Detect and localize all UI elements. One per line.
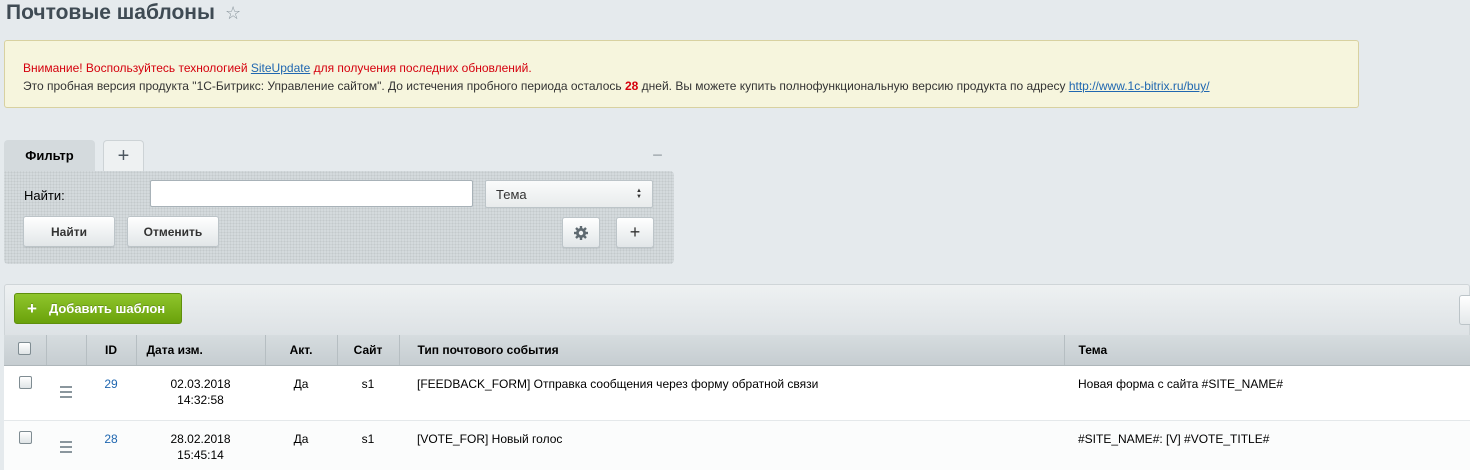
- notice-warning-suffix: для получения последних обновлений.: [310, 61, 532, 75]
- row-date: 02.03.2018 14:32:58: [136, 365, 265, 421]
- column-header-event-type[interactable]: Тип почтового события: [399, 335, 1065, 366]
- row-checkbox-cell: [4, 420, 46, 470]
- collapse-filter-button[interactable]: −: [651, 145, 664, 165]
- row-menu-cell: [46, 365, 86, 421]
- row-menu-icon[interactable]: [60, 385, 72, 398]
- row-event-type: [FEEDBACK_FORM] Отправка сообщения через…: [399, 365, 1064, 421]
- buy-link[interactable]: http://www.1c-bitrix.ru/buy/: [1069, 79, 1210, 93]
- column-header-date[interactable]: Дата изм.: [136, 335, 266, 366]
- row-menu-icon[interactable]: [60, 440, 72, 453]
- select-arrows-icon: ▲ ▼: [636, 188, 642, 200]
- templates-table: ID Дата изм. Акт. Сайт Тип почтового соб…: [4, 335, 1470, 470]
- column-header-site[interactable]: Сайт: [337, 335, 400, 366]
- notice-info-prefix: Это пробная версия продукта "1С-Битрикс:…: [23, 79, 625, 93]
- plus-icon: +: [629, 222, 641, 242]
- notice-info-middle: дней. Вы можете купить полнофункциональн…: [638, 79, 1069, 93]
- row-date: 28.02.2018 15:45:14: [136, 420, 265, 470]
- row-id: 28: [86, 420, 136, 470]
- table-row[interactable]: 29 02.03.2018 14:32:58 Да s1 [FEEDBACK_FO…: [4, 365, 1470, 421]
- gear-icon: [574, 225, 588, 240]
- template-list: + Добавить шаблон ID Дата изм. Акт. Сайт…: [4, 284, 1470, 470]
- row-active: Да: [265, 365, 337, 421]
- star-icon[interactable]: ☆: [225, 4, 241, 22]
- row-checkbox-cell: [4, 365, 46, 421]
- find-label: Найти:: [24, 188, 65, 203]
- row-site: s1: [337, 365, 399, 421]
- find-input[interactable]: [150, 180, 473, 207]
- row-checkbox[interactable]: [18, 375, 32, 389]
- notice-warning-line: Внимание! Воспользуйтесь технологией Sit…: [23, 59, 1340, 77]
- siteupdate-link[interactable]: SiteUpdate: [251, 61, 310, 75]
- select-all-header: [4, 335, 47, 366]
- row-id-link[interactable]: 29: [104, 377, 117, 391]
- find-field-select[interactable]: Тема ▲ ▼: [485, 180, 653, 208]
- plus-icon: +: [117, 144, 130, 167]
- row-site: s1: [337, 420, 399, 470]
- find-button[interactable]: Найти: [23, 216, 115, 247]
- row-id-link[interactable]: 28: [104, 432, 117, 446]
- row-checkbox[interactable]: [18, 430, 32, 444]
- notice-trial-line: Это пробная версия продукта "1С-Битрикс:…: [23, 77, 1340, 95]
- add-template-button[interactable]: + Добавить шаблон: [14, 293, 182, 324]
- add-filter-tab-button[interactable]: +: [103, 140, 144, 171]
- cancel-button[interactable]: Отменить: [127, 216, 219, 247]
- notice-warning-prefix: Внимание! Воспользуйтесь технологией: [23, 61, 251, 75]
- filter-tabs: Фильтр +: [4, 140, 144, 171]
- row-id: 29: [86, 365, 136, 421]
- column-header-theme[interactable]: Тема: [1064, 335, 1470, 366]
- select-all-checkbox[interactable]: [18, 341, 32, 355]
- add-template-label: Добавить шаблон: [48, 301, 166, 316]
- list-settings-button[interactable]: [1459, 295, 1470, 325]
- find-field-select-value: Тема: [496, 186, 527, 202]
- plus-icon: +: [27, 298, 37, 318]
- row-theme: #SITE_NAME#: [V] #VOTE_TITLE#: [1064, 420, 1470, 470]
- minus-icon: −: [652, 144, 663, 165]
- filter-panel: Найти: Тема ▲ ▼ Найти Отменить +: [4, 171, 674, 264]
- table-row[interactable]: 28 28.02.2018 15:45:14 Да s1 [VOTE_FOR] Н…: [4, 420, 1470, 470]
- row-date-value: 02.03.2018: [170, 376, 231, 391]
- row-event-type: [VOTE_FOR] Новый голос: [399, 420, 1064, 470]
- page-title: Почтовые шаблоны: [6, 1, 215, 24]
- tab-filter[interactable]: Фильтр: [4, 140, 95, 171]
- list-toolbar: + Добавить шаблон: [4, 284, 1470, 335]
- trial-days-count: 28: [624, 79, 639, 93]
- page-header: Почтовые шаблоны ☆: [6, 0, 241, 26]
- add-filter-field-button[interactable]: +: [616, 217, 654, 248]
- row-time-value: 14:32:58: [177, 392, 224, 407]
- table-header: ID Дата изм. Акт. Сайт Тип почтового соб…: [4, 335, 1470, 366]
- row-time-value: 15:45:14: [177, 447, 224, 462]
- update-notice: Внимание! Воспользуйтесь технологией Sit…: [4, 40, 1359, 108]
- column-header-id[interactable]: ID: [86, 335, 137, 366]
- filter-settings-button[interactable]: [562, 217, 600, 248]
- row-active: Да: [265, 420, 337, 470]
- row-theme: Новая форма с сайта #SITE_NAME#: [1064, 365, 1470, 421]
- actions-column-header: [46, 335, 87, 366]
- row-date-value: 28.02.2018: [170, 431, 231, 446]
- column-header-active[interactable]: Акт.: [265, 335, 338, 366]
- row-menu-cell: [46, 420, 86, 470]
